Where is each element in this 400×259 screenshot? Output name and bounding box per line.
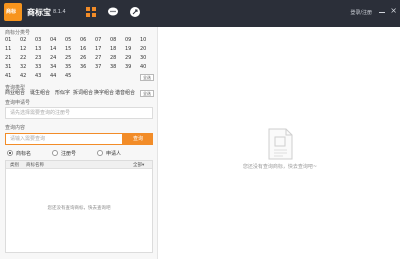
class-item[interactable]: 22 xyxy=(20,55,36,61)
class-item[interactable]: 25 xyxy=(65,55,81,61)
class-item[interactable]: 26 xyxy=(80,55,96,61)
class-item[interactable]: 28 xyxy=(110,55,126,61)
search-row: 请输入需要查询 查询 xyxy=(5,133,153,145)
main-empty-message: 您还没有查询商标，快去查询吧~ xyxy=(242,164,318,170)
class-item[interactable]: 24 xyxy=(50,55,66,61)
class-item[interactable]: 01 xyxy=(5,37,21,43)
class-item[interactable]: 07 xyxy=(95,37,111,43)
class-item[interactable]: 06 xyxy=(80,37,96,43)
title-bar: 商标 商标宝 8.1.4 登录/注册 × xyxy=(0,0,400,27)
type-option-3[interactable]: 形似字 xyxy=(55,89,70,96)
applicant-section-title: 查询申请号 xyxy=(5,100,31,106)
class-item[interactable]: 31 xyxy=(5,64,21,70)
class-item[interactable]: 40 xyxy=(140,64,156,70)
radio-applicant[interactable] xyxy=(97,150,103,156)
type-select-all-button[interactable]: 全选 xyxy=(140,90,154,97)
app-logo: 商标 xyxy=(4,3,22,21)
results-empty-message: 您还没有查询商标，快去查询吧 xyxy=(47,206,111,211)
app-name: 商标宝 xyxy=(27,8,51,17)
class-item[interactable]: 20 xyxy=(140,46,156,52)
class-item[interactable]: 27 xyxy=(95,55,111,61)
class-item[interactable]: 37 xyxy=(95,64,111,70)
class-item[interactable]: 16 xyxy=(80,46,96,52)
class-item[interactable]: 13 xyxy=(35,46,51,52)
class-item[interactable]: 21 xyxy=(5,55,21,61)
radio-label-registration-number: 注册号 xyxy=(61,151,77,157)
class-item[interactable]: 45 xyxy=(65,73,81,79)
class-item[interactable]: 30 xyxy=(140,55,156,61)
class-item[interactable]: 18 xyxy=(110,46,126,52)
search-section-title: 查询内容 xyxy=(5,125,26,131)
grid-icon[interactable] xyxy=(85,6,97,18)
class-item[interactable]: 15 xyxy=(65,46,81,52)
class-item[interactable]: 19 xyxy=(125,46,141,52)
type-option-4[interactable]: 拆词组合 xyxy=(73,89,93,96)
class-item[interactable]: 04 xyxy=(50,37,66,43)
class-item[interactable]: 43 xyxy=(35,73,51,79)
class-item[interactable]: 10 xyxy=(140,37,156,43)
class-item[interactable]: 09 xyxy=(125,37,141,43)
col-class: 类别 xyxy=(10,163,19,168)
class-section-title: 商标分类号 xyxy=(5,30,31,36)
col-filter-dropdown[interactable]: 全部▾ xyxy=(133,162,144,168)
class-item[interactable]: 03 xyxy=(35,37,51,43)
results-table: 类别 商标名称 全部▾ 您还没有查询商标，快去查询吧 xyxy=(5,160,153,253)
share-icon[interactable] xyxy=(129,6,141,18)
class-item[interactable]: 35 xyxy=(65,64,81,70)
type-option-5[interactable]: 换字组合 xyxy=(94,89,114,96)
chat-icon[interactable] xyxy=(107,6,119,18)
type-option-2[interactable]: 诞生组合 xyxy=(30,89,50,96)
class-item[interactable]: 08 xyxy=(110,37,126,43)
results-header: 类别 商标名称 全部▾ xyxy=(6,161,152,169)
class-item[interactable]: 12 xyxy=(20,46,36,52)
class-item[interactable]: 41 xyxy=(5,73,21,79)
class-item[interactable]: 39 xyxy=(125,64,141,70)
empty-document-icon xyxy=(268,128,293,160)
class-item[interactable]: 42 xyxy=(20,73,36,79)
logo-text: 商标 xyxy=(6,9,17,15)
class-item[interactable]: 14 xyxy=(50,46,66,52)
type-option-1[interactable]: 商业组合 xyxy=(5,89,25,96)
class-item[interactable]: 33 xyxy=(35,64,51,70)
app-version: 8.1.4 xyxy=(53,9,66,15)
radio-label-applicant: 申请人 xyxy=(106,151,122,157)
type-option-6[interactable]: 谐音组合 xyxy=(115,89,135,96)
radio-label-trademark-name: 商标名 xyxy=(16,151,32,157)
minimize-button[interactable] xyxy=(379,12,385,13)
search-input[interactable]: 请输入需要查询 xyxy=(5,133,123,145)
applicant-input[interactable]: 请先选择需要查询的注册号 xyxy=(5,107,153,119)
search-button[interactable]: 查询 xyxy=(123,133,153,145)
class-item[interactable]: 05 xyxy=(65,37,81,43)
class-item[interactable]: 36 xyxy=(80,64,96,70)
class-item[interactable]: 34 xyxy=(50,64,66,70)
class-item[interactable]: 44 xyxy=(50,73,66,79)
radio-trademark-name[interactable] xyxy=(7,150,13,156)
class-item[interactable]: 11 xyxy=(5,46,21,52)
class-item[interactable]: 17 xyxy=(95,46,111,52)
login-link[interactable]: 登录/注册 xyxy=(350,9,372,16)
class-item[interactable]: 38 xyxy=(110,64,126,70)
class-item[interactable]: 23 xyxy=(35,55,51,61)
class-select-all-button[interactable]: 全选 xyxy=(140,74,154,81)
class-item[interactable]: 32 xyxy=(20,64,36,70)
class-item[interactable]: 29 xyxy=(125,55,141,61)
close-button[interactable]: × xyxy=(390,7,397,15)
class-item[interactable]: 02 xyxy=(20,37,36,43)
radio-registration-number[interactable] xyxy=(52,150,58,156)
col-name: 商标名称 xyxy=(26,163,44,168)
